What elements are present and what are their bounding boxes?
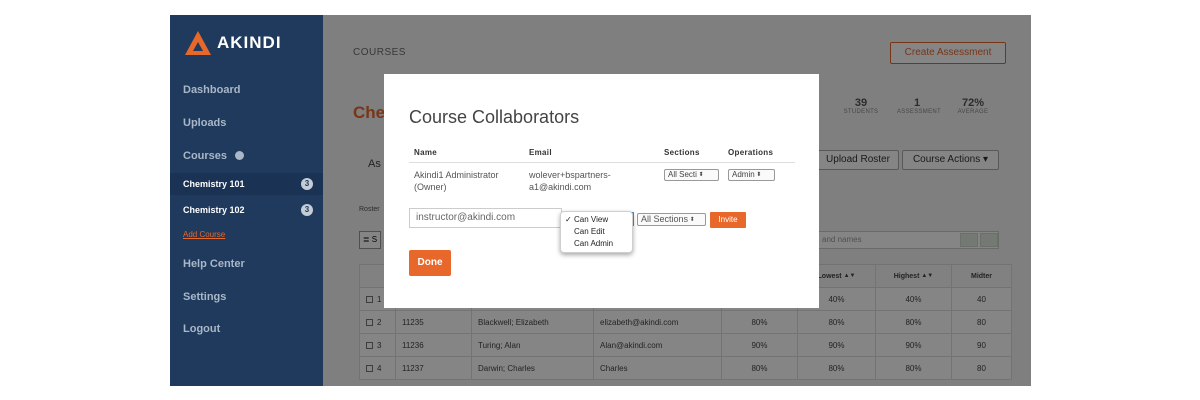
add-course-icon[interactable] <box>235 151 245 160</box>
select-arrows-icon: ⬍ <box>754 172 762 178</box>
course-collaborators-modal: Course Collaborators Name Email Sections… <box>384 74 819 308</box>
invite-sections-select[interactable]: All Sections ⬍ <box>637 213 706 226</box>
sidebar-item-label: Courses <box>183 150 228 162</box>
count-badge: 3 <box>301 204 313 216</box>
divider <box>409 162 795 163</box>
sidebar-course-chemistry-101[interactable]: Chemistry 101 3 <box>170 173 323 195</box>
sidebar-course-chemistry-102[interactable]: Chemistry 102 3 <box>170 199 323 221</box>
sidebar-item-dashboard[interactable]: Dashboard <box>170 84 323 96</box>
column-operations: Operations <box>728 148 774 157</box>
invite-email-field[interactable]: instructor@akindi.com <box>409 208 562 228</box>
column-email: Email <box>529 148 552 157</box>
app-window: AKINDI Dashboard Uploads Courses Chemist… <box>170 15 1031 386</box>
column-sections: Sections <box>664 148 700 157</box>
akindi-logo-icon <box>185 31 211 55</box>
menu-item-can-edit[interactable]: Can Edit <box>561 226 632 238</box>
sidebar-item-courses[interactable]: Courses <box>170 150 323 162</box>
sidebar: AKINDI Dashboard Uploads Courses Chemist… <box>170 15 323 386</box>
add-course-link[interactable]: Add Course <box>170 230 323 239</box>
sidebar-item-label: Chemistry 102 <box>183 205 245 215</box>
collaborator-operations-select[interactable]: Admin ⬍ <box>728 169 775 181</box>
sidebar-item-help-center[interactable]: Help Center <box>170 258 323 270</box>
checkmark-icon: ✓ <box>565 215 572 224</box>
invite-button[interactable]: Invite <box>710 212 746 228</box>
sidebar-item-settings[interactable]: Settings <box>170 291 323 303</box>
sidebar-item-label: Chemistry 101 <box>183 179 245 189</box>
count-badge: 3 <box>301 178 313 190</box>
sidebar-item-logout[interactable]: Logout <box>170 323 323 335</box>
done-button[interactable]: Done <box>409 250 451 276</box>
logo[interactable]: AKINDI <box>185 31 282 55</box>
select-arrows-icon: ⬍ <box>696 172 704 178</box>
permission-dropdown-menu: ✓ Can View Can Edit Can Admin <box>560 211 633 253</box>
modal-title: Course Collaborators <box>409 107 580 127</box>
column-name: Name <box>414 148 437 157</box>
collaborator-email: wolever+bspartners- a1@akindi.com <box>529 170 611 192</box>
sidebar-item-uploads[interactable]: Uploads <box>170 117 323 129</box>
menu-item-can-admin[interactable]: Can Admin <box>561 238 632 250</box>
brand-name: AKINDI <box>217 33 282 52</box>
collaborator-sections-select[interactable]: All Secti ⬍ <box>664 169 719 181</box>
collaborator-name: Akindi1 Administrator (Owner) <box>414 170 499 192</box>
select-arrows-icon: ⬍ <box>688 217 695 223</box>
menu-item-can-view[interactable]: ✓ Can View <box>561 214 632 226</box>
